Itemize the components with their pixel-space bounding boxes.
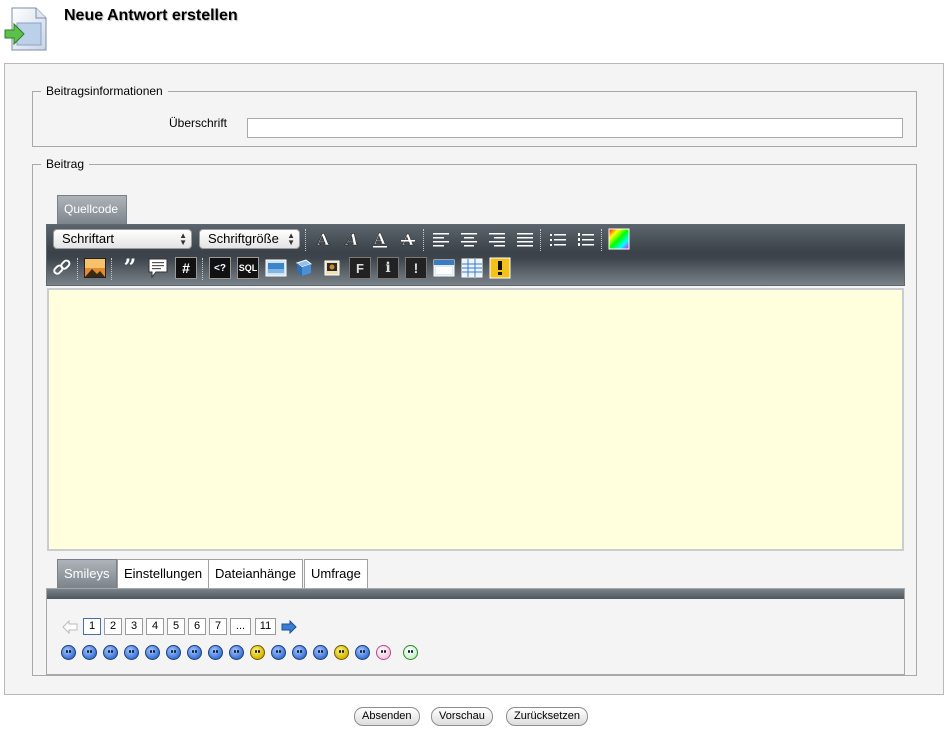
prev-page-arrow-icon[interactable] bbox=[62, 620, 78, 634]
smiley-icon[interactable] bbox=[271, 645, 286, 660]
headline-input[interactable] bbox=[247, 118, 903, 138]
tab-smileys[interactable]: Smileys bbox=[57, 559, 117, 588]
smiley-panel-bar bbox=[47, 589, 904, 599]
screen-icon[interactable] bbox=[265, 257, 287, 279]
post-body-textarea[interactable] bbox=[47, 288, 904, 551]
smiley-icon[interactable] bbox=[82, 645, 97, 660]
toolbar-separator bbox=[202, 258, 203, 280]
table-icon[interactable] bbox=[461, 257, 483, 279]
toolbar-separator bbox=[601, 229, 602, 251]
align-right-icon[interactable] bbox=[486, 228, 508, 250]
image-icon[interactable] bbox=[84, 257, 106, 279]
smiley-icon[interactable] bbox=[334, 645, 349, 660]
submit-button[interactable]: Absenden bbox=[354, 707, 420, 726]
preview-button[interactable]: Vorschau bbox=[431, 707, 493, 726]
smiley-icon[interactable] bbox=[250, 645, 265, 660]
photo-icon[interactable] bbox=[321, 257, 343, 279]
tab-source-code[interactable]: Quellcode bbox=[57, 195, 127, 225]
link-icon[interactable] bbox=[51, 257, 73, 279]
post-fieldset: Beitrag Quellcode Schriftart ▲ ▼ Schriftg… bbox=[32, 157, 917, 676]
smiley-icon[interactable] bbox=[355, 645, 370, 660]
page-button-7[interactable]: 7 bbox=[209, 618, 227, 635]
sql-code-icon[interactable]: SQL bbox=[237, 257, 259, 279]
unordered-list-icon[interactable] bbox=[547, 228, 569, 250]
toolbar-separator bbox=[77, 258, 78, 280]
reply-form: Beitragsinformationen Überschrift Beitra… bbox=[4, 63, 944, 695]
tab-attachments[interactable]: Dateianhänge bbox=[208, 559, 303, 588]
color-picker-icon[interactable] bbox=[608, 228, 630, 250]
smiley-icon[interactable] bbox=[124, 645, 139, 660]
php-code-icon[interactable]: <? bbox=[209, 257, 231, 279]
page-title: Neue Antwort erstellen bbox=[64, 7, 238, 24]
toolbar-separator bbox=[423, 229, 424, 251]
smiley-icon[interactable] bbox=[403, 645, 418, 660]
page-button-5[interactable]: 5 bbox=[167, 618, 185, 635]
smiley-icon[interactable] bbox=[103, 645, 118, 660]
smiley-icon[interactable] bbox=[187, 645, 202, 660]
smiley-icon[interactable] bbox=[292, 645, 307, 660]
italic-icon[interactable]: A bbox=[341, 228, 363, 250]
book-icon[interactable] bbox=[293, 257, 315, 279]
warning-icon[interactable] bbox=[489, 257, 511, 279]
reset-button[interactable]: Zurücksetzen bbox=[506, 707, 589, 726]
font-size-select-value: Schriftgröße bbox=[208, 231, 279, 246]
select-arrows-icon: ▲ ▼ bbox=[287, 231, 295, 247]
page-button-2[interactable]: 2 bbox=[104, 618, 122, 635]
font-family-select[interactable]: Schriftart ▲ ▼ bbox=[53, 229, 192, 249]
page-button-11[interactable]: 11 bbox=[255, 618, 276, 635]
page-button-1[interactable]: 1 bbox=[83, 618, 101, 635]
smiley-icon[interactable] bbox=[229, 645, 244, 660]
smiley-panel: 1 2 3 4 5 6 7 ... 11 bbox=[46, 588, 905, 675]
tab-settings[interactable]: Einstellungen bbox=[117, 559, 210, 588]
svg-text:A: A bbox=[316, 230, 330, 248]
window-icon[interactable] bbox=[433, 257, 455, 279]
post-info-legend: Beitragsinformationen bbox=[46, 84, 163, 98]
toolbar-separator bbox=[305, 229, 306, 251]
headline-label: Überschrift bbox=[169, 116, 228, 130]
svg-text:A: A bbox=[401, 231, 414, 248]
page-button-6[interactable]: 6 bbox=[188, 618, 206, 635]
align-center-icon[interactable] bbox=[458, 228, 480, 250]
smiley-icon[interactable] bbox=[61, 645, 76, 660]
post-legend: Beitrag bbox=[46, 157, 85, 171]
svg-text:A: A bbox=[344, 230, 358, 248]
tab-poll[interactable]: Umfrage bbox=[304, 559, 368, 588]
bold-icon[interactable]: A bbox=[313, 228, 335, 250]
f-icon[interactable]: F bbox=[349, 257, 371, 279]
page-ellipsis: ... bbox=[230, 618, 251, 635]
select-arrows-icon: ▲ ▼ bbox=[179, 231, 187, 247]
smiley-icon[interactable] bbox=[376, 645, 391, 660]
smiley-icon[interactable] bbox=[313, 645, 328, 660]
post-info-fieldset: Beitragsinformationen Überschrift bbox=[32, 84, 917, 147]
page-button-4[interactable]: 4 bbox=[146, 618, 164, 635]
smiley-icon[interactable] bbox=[166, 645, 181, 660]
font-size-select[interactable]: Schriftgröße ▲ ▼ bbox=[199, 229, 300, 249]
svg-text:A: A bbox=[373, 230, 386, 248]
align-left-icon[interactable] bbox=[430, 228, 452, 250]
info-icon[interactable]: i bbox=[377, 257, 399, 279]
toolbar-separator bbox=[111, 258, 112, 280]
quote-icon[interactable]: ” bbox=[119, 255, 141, 281]
smiley-icon[interactable] bbox=[208, 645, 223, 660]
toolbar-separator bbox=[540, 229, 541, 251]
hash-icon[interactable]: # bbox=[175, 257, 197, 279]
new-reply-document-icon bbox=[4, 6, 48, 52]
align-justify-icon[interactable] bbox=[514, 228, 536, 250]
alert-icon[interactable]: ! bbox=[405, 257, 427, 279]
font-family-select-value: Schriftart bbox=[62, 231, 115, 246]
ordered-list-icon[interactable] bbox=[575, 228, 597, 250]
smiley-icon[interactable] bbox=[145, 645, 160, 660]
page-button-3[interactable]: 3 bbox=[125, 618, 143, 635]
next-page-arrow-icon[interactable] bbox=[281, 620, 297, 634]
comment-icon[interactable] bbox=[147, 257, 169, 279]
underline-icon[interactable]: A bbox=[369, 228, 391, 250]
strikethrough-icon[interactable]: A bbox=[397, 228, 419, 250]
editor-toolbar: Schriftart ▲▼ Schriftgröße ▲▼ A A A A bbox=[46, 224, 905, 286]
